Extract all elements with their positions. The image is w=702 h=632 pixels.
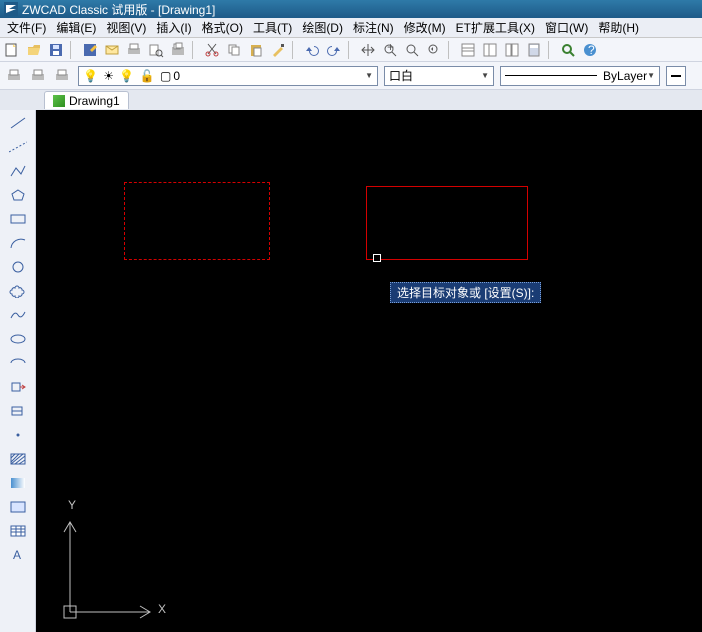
title-bar: ZWCAD Classic 试用版 - [Drawing1] bbox=[0, 0, 702, 18]
xline-icon[interactable] bbox=[6, 138, 30, 156]
line-icon[interactable] bbox=[6, 114, 30, 132]
redo-icon[interactable] bbox=[324, 40, 344, 60]
drawing-canvas[interactable]: 选择目标对象或 [设置(S)]: Y X bbox=[36, 110, 702, 632]
preview-icon[interactable] bbox=[146, 40, 166, 60]
text-icon[interactable]: A bbox=[6, 546, 30, 564]
calc-icon[interactable] bbox=[524, 40, 544, 60]
linetype-combo[interactable]: ByLayer ▼ bbox=[500, 66, 660, 86]
zoom-window-icon[interactable] bbox=[402, 40, 422, 60]
menu-view[interactable]: 视图(V) bbox=[101, 19, 151, 36]
layer-name: 0 bbox=[173, 69, 180, 83]
block-icon[interactable] bbox=[6, 402, 30, 420]
quickprint3-icon[interactable] bbox=[52, 66, 72, 86]
layer-state-icons: 💡 ☀ 💡 🔓 ▢ bbox=[83, 69, 173, 83]
properties-row: 💡 ☀ 💡 🔓 ▢ 0 ▼ 口白 ▼ ByLayer ▼ bbox=[0, 62, 702, 90]
bulb-on-icon: 💡 bbox=[83, 69, 98, 83]
point-icon[interactable] bbox=[6, 426, 30, 444]
quickprint2-icon[interactable] bbox=[28, 66, 48, 86]
square-icon: ▢ bbox=[160, 69, 171, 83]
tab-label: Drawing1 bbox=[69, 94, 120, 108]
color-name: 口白 bbox=[389, 67, 413, 84]
window-title: ZWCAD Classic 试用版 - [Drawing1] bbox=[22, 1, 215, 18]
standard-toolbar: + ? bbox=[0, 38, 702, 62]
color-combo[interactable]: 口白 ▼ bbox=[384, 66, 494, 86]
pan-icon[interactable] bbox=[358, 40, 378, 60]
dynamic-prompt-text: 选择目标对象或 [设置(S)]: bbox=[397, 286, 534, 300]
revcloud-icon[interactable] bbox=[6, 282, 30, 300]
pick-cursor bbox=[373, 254, 381, 262]
menu-dim[interactable]: 标注(N) bbox=[348, 19, 399, 36]
lineweight-preview bbox=[671, 75, 681, 77]
ucs-y-label: Y bbox=[68, 498, 76, 512]
sun-icon: ☀ bbox=[103, 69, 114, 83]
app-icon bbox=[4, 2, 18, 16]
document-tabs: Drawing1 bbox=[0, 90, 702, 110]
ellipsearc-icon[interactable] bbox=[6, 354, 30, 372]
dynamic-prompt: 选择目标对象或 [设置(S)]: bbox=[390, 282, 541, 303]
layer-combo[interactable]: 💡 ☀ 💡 🔓 ▢ 0 ▼ bbox=[78, 66, 378, 86]
menu-window[interactable]: 窗口(W) bbox=[540, 19, 593, 36]
region-icon[interactable] bbox=[6, 498, 30, 516]
chevron-down-icon: ▼ bbox=[647, 71, 655, 80]
save-icon[interactable] bbox=[46, 40, 66, 60]
menu-tools[interactable]: 工具(T) bbox=[248, 19, 297, 36]
menu-file[interactable]: 文件(F) bbox=[2, 19, 51, 36]
plot-icon[interactable] bbox=[124, 40, 144, 60]
cut-icon[interactable] bbox=[202, 40, 222, 60]
menu-insert[interactable]: 插入(I) bbox=[151, 19, 196, 36]
matchprop-icon[interactable] bbox=[268, 40, 288, 60]
gradient-icon[interactable] bbox=[6, 474, 30, 492]
svg-text:?: ? bbox=[588, 43, 595, 57]
search-icon[interactable] bbox=[558, 40, 578, 60]
saveas-icon[interactable] bbox=[80, 40, 100, 60]
menu-help[interactable]: 帮助(H) bbox=[593, 19, 644, 36]
toolpalette-icon[interactable] bbox=[502, 40, 522, 60]
properties-icon[interactable] bbox=[458, 40, 478, 60]
chevron-down-icon: ▼ bbox=[481, 71, 489, 80]
menu-draw[interactable]: 绘图(D) bbox=[297, 19, 348, 36]
lineweight-combo[interactable] bbox=[666, 66, 686, 86]
svg-text:A: A bbox=[13, 548, 21, 562]
menu-modify[interactable]: 修改(M) bbox=[399, 19, 451, 36]
table-icon[interactable] bbox=[6, 522, 30, 540]
source-rectangle bbox=[124, 182, 270, 260]
hatch-icon[interactable] bbox=[6, 450, 30, 468]
publish-icon[interactable] bbox=[168, 40, 188, 60]
open-icon[interactable] bbox=[24, 40, 44, 60]
menu-bar: 文件(F) 编辑(E) 视图(V) 插入(I) 格式(O) 工具(T) 绘图(D… bbox=[0, 18, 702, 38]
bulb2-icon: 💡 bbox=[119, 69, 134, 83]
menu-format[interactable]: 格式(O) bbox=[197, 19, 248, 36]
lock-icon: 🔓 bbox=[140, 69, 155, 83]
polygon-icon[interactable] bbox=[6, 186, 30, 204]
transmit-icon[interactable] bbox=[102, 40, 122, 60]
paste-icon[interactable] bbox=[246, 40, 266, 60]
circle-icon[interactable] bbox=[6, 258, 30, 276]
quickprint1-icon[interactable] bbox=[4, 66, 24, 86]
ellipse-icon[interactable] bbox=[6, 330, 30, 348]
rectangle-icon[interactable] bbox=[6, 210, 30, 228]
tab-drawing1[interactable]: Drawing1 bbox=[44, 91, 129, 109]
menu-edit[interactable]: 编辑(E) bbox=[51, 19, 101, 36]
linetype-preview bbox=[505, 75, 597, 76]
target-rectangle bbox=[366, 186, 528, 260]
help-icon[interactable]: ? bbox=[580, 40, 600, 60]
zoom-realtime-icon[interactable]: + bbox=[380, 40, 400, 60]
zoom-prev-icon[interactable] bbox=[424, 40, 444, 60]
ucs-icon: Y X bbox=[50, 502, 170, 622]
designcenter-icon[interactable] bbox=[480, 40, 500, 60]
spline-icon[interactable] bbox=[6, 306, 30, 324]
insert-icon[interactable] bbox=[6, 378, 30, 396]
ucs-x-label: X bbox=[158, 602, 166, 616]
linetype-name: ByLayer bbox=[603, 69, 647, 83]
menu-et[interactable]: ET扩展工具(X) bbox=[451, 19, 540, 36]
undo-icon[interactable] bbox=[302, 40, 322, 60]
arc-icon[interactable] bbox=[6, 234, 30, 252]
svg-text:+: + bbox=[387, 42, 394, 54]
chevron-down-icon: ▼ bbox=[365, 71, 373, 80]
new-icon[interactable] bbox=[2, 40, 22, 60]
dwg-icon bbox=[53, 95, 65, 107]
polyline-icon[interactable] bbox=[6, 162, 30, 180]
copy-icon[interactable] bbox=[224, 40, 244, 60]
draw-toolbar: A bbox=[0, 110, 36, 632]
